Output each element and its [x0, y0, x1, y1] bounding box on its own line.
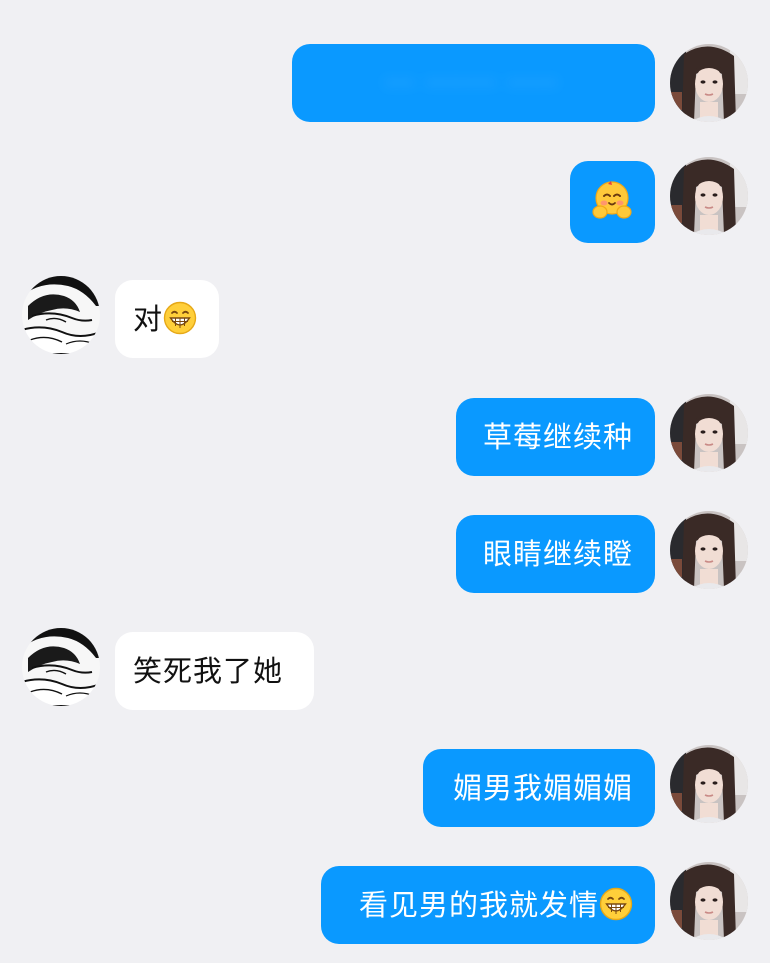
chat-bubble-sent[interactable]: 看见男的我就发情: [321, 866, 655, 944]
chat-bubble-sent[interactable]: [570, 161, 655, 243]
self-avatar[interactable]: [670, 394, 748, 472]
chat-bubble-received[interactable]: 笑死我了她: [115, 632, 314, 710]
message-text: 草莓继续种: [482, 420, 633, 454]
chat-bubble-sent[interactable]: 眼睛继续瞪: [456, 515, 655, 593]
contact-avatar[interactable]: [22, 628, 100, 706]
message-text: 笑死我了她: [133, 654, 284, 688]
hug-emoji-icon: [590, 178, 634, 222]
message-text: 媚男我媚媚媚: [452, 771, 633, 805]
self-avatar[interactable]: [670, 862, 748, 940]
chat-bubble-received[interactable]: 对: [115, 280, 219, 358]
self-avatar[interactable]: [670, 511, 748, 589]
blurred-message-text: ··· ······· ·····: [384, 66, 559, 100]
grin-emoji-icon: [163, 301, 197, 335]
message-text: 眼睛继续瞪: [482, 537, 633, 571]
self-avatar[interactable]: [670, 157, 748, 235]
chat-bubble-sent[interactable]: 媚男我媚媚媚: [423, 749, 655, 827]
self-avatar[interactable]: [670, 44, 748, 122]
grin-emoji-icon: [599, 887, 633, 921]
chat-bubble-sent[interactable]: 草莓继续种: [456, 398, 655, 476]
chat-bubble-sent[interactable]: ··· ······· ·····: [292, 44, 655, 122]
contact-avatar[interactable]: [22, 276, 100, 354]
self-avatar[interactable]: [670, 745, 748, 823]
message-text: 对: [133, 302, 164, 336]
message-text: 看见男的我就发情: [358, 888, 599, 922]
